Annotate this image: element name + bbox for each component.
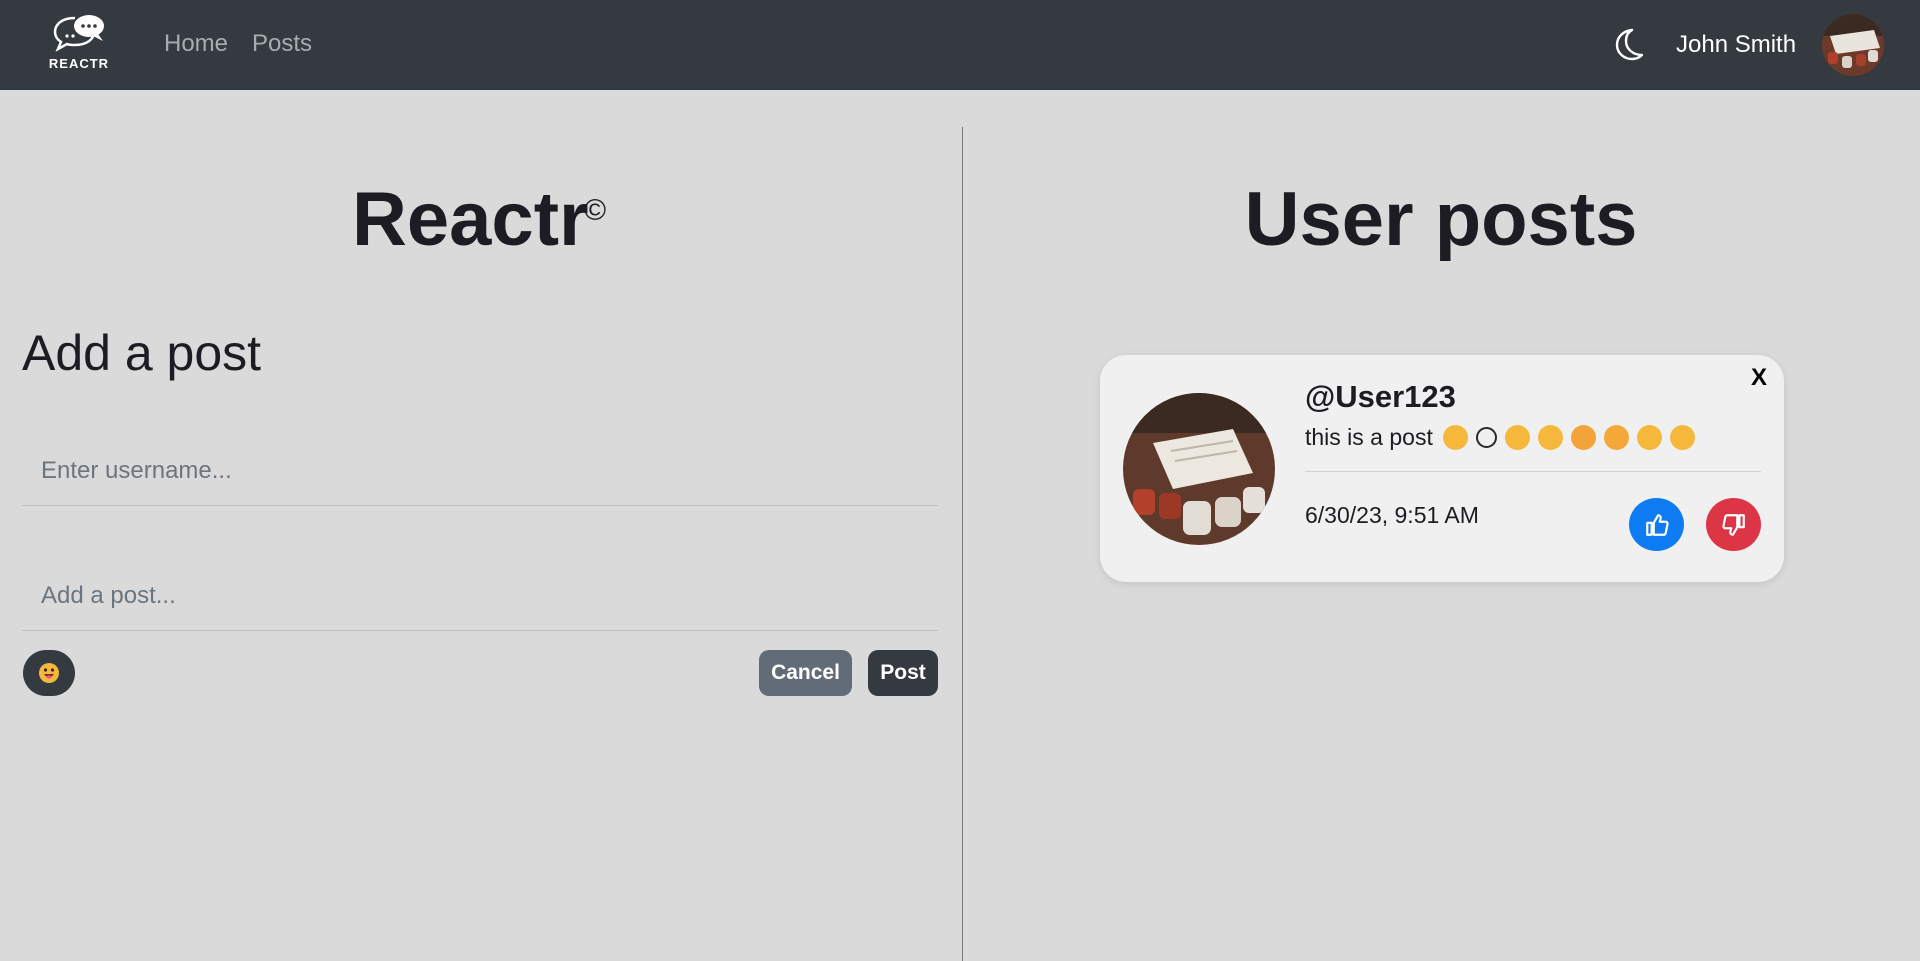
star-eyes-face-icon	[1603, 425, 1629, 450]
post-body: this is a post	[1305, 424, 1695, 451]
navbar: REACTR Home Posts John Smith	[0, 0, 1920, 90]
post-date: 6/30/23, 9:51 AM	[1305, 502, 1479, 528]
post-avatar	[1123, 393, 1275, 545]
nav-link-home[interactable]: Home	[164, 30, 228, 58]
like-button[interactable]	[1629, 498, 1684, 551]
post-username: @User123	[1305, 379, 1456, 414]
emoji-face-icon	[39, 663, 59, 683]
face-icon	[1537, 425, 1563, 450]
face-icon	[1442, 425, 1468, 450]
brand-text: REACTR	[48, 56, 110, 71]
cancel-button[interactable]: Cancel	[759, 650, 852, 696]
face-icon	[1669, 425, 1695, 450]
username-input[interactable]	[22, 436, 938, 506]
post-avatar-photo	[1123, 393, 1275, 545]
nav-link-posts[interactable]: Posts	[252, 30, 312, 58]
post-emojis	[1442, 425, 1695, 450]
brand-logo[interactable]: REACTR	[44, 12, 114, 78]
post-input[interactable]	[22, 561, 938, 631]
post-card: X @User123 this is a post 6/30/23, 9:51 …	[1100, 355, 1784, 582]
moon-icon[interactable]	[1612, 27, 1644, 61]
app-title: Reactr	[352, 177, 589, 262]
face-icon	[1504, 425, 1530, 450]
chat-bubbles-icon	[53, 15, 104, 52]
tongue-face-icon	[1636, 425, 1662, 450]
thumbs-down-icon	[1721, 513, 1745, 536]
post-text: this is a post	[1305, 424, 1433, 450]
thumbs-up-icon	[1645, 513, 1669, 536]
user-posts-title: User posts	[1244, 177, 1638, 262]
close-post-button[interactable]: X	[1751, 364, 1767, 392]
user-name[interactable]: John Smith	[1676, 31, 1796, 59]
copyright-mark: ©	[584, 194, 607, 227]
post-separator	[1305, 471, 1761, 472]
avatar-photo	[1822, 14, 1884, 76]
post-button[interactable]: Post	[868, 650, 938, 696]
avatar[interactable]	[1822, 14, 1884, 76]
hearts-face-icon	[1570, 425, 1596, 450]
emoji-picker-button[interactable]	[23, 650, 75, 696]
dislike-button[interactable]	[1706, 498, 1761, 551]
add-post-heading: Add a post	[22, 325, 262, 381]
smile-outline-icon	[1475, 427, 1497, 448]
